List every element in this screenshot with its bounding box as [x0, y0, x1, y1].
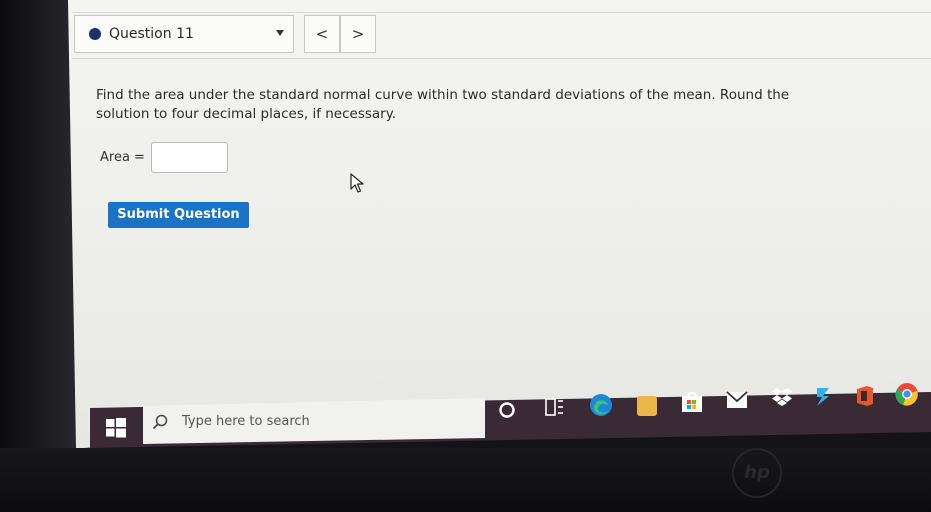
app-icon[interactable] [813, 386, 833, 408]
status-dot-icon [89, 28, 101, 40]
question-select[interactable]: Question 11 [74, 15, 294, 53]
cortana-circle-icon[interactable] [498, 401, 516, 419]
area-label: Area = [100, 150, 145, 165]
previous-question-button[interactable]: < [304, 15, 340, 53]
store-icon[interactable] [681, 391, 703, 413]
hp-logo: hp [732, 448, 782, 498]
monitor-bezel-bottom [0, 448, 931, 512]
question-select-label: Question 11 [109, 26, 194, 42]
submit-question-button[interactable]: Submit Question [108, 202, 249, 228]
windows-start-icon[interactable] [106, 418, 126, 438]
caret-down-icon [276, 30, 284, 36]
mail-icon[interactable] [726, 391, 748, 409]
office-icon[interactable] [855, 385, 875, 407]
mouse-cursor-icon [350, 173, 364, 193]
search-icon [152, 414, 168, 430]
question-text: Find the area under the standard normal … [96, 87, 790, 122]
area-input[interactable] [151, 142, 228, 173]
chrome-icon[interactable] [895, 382, 919, 406]
file-explorer-icon[interactable] [637, 396, 657, 416]
dropbox-icon[interactable] [771, 387, 793, 407]
task-view-icon[interactable] [544, 398, 564, 416]
edge-icon[interactable] [589, 393, 613, 417]
search-placeholder: Type here to search [182, 414, 310, 429]
divider [72, 12, 931, 13]
divider [72, 58, 931, 59]
monitor-bezel-left [0, 0, 80, 512]
next-question-button[interactable]: > [340, 15, 376, 53]
